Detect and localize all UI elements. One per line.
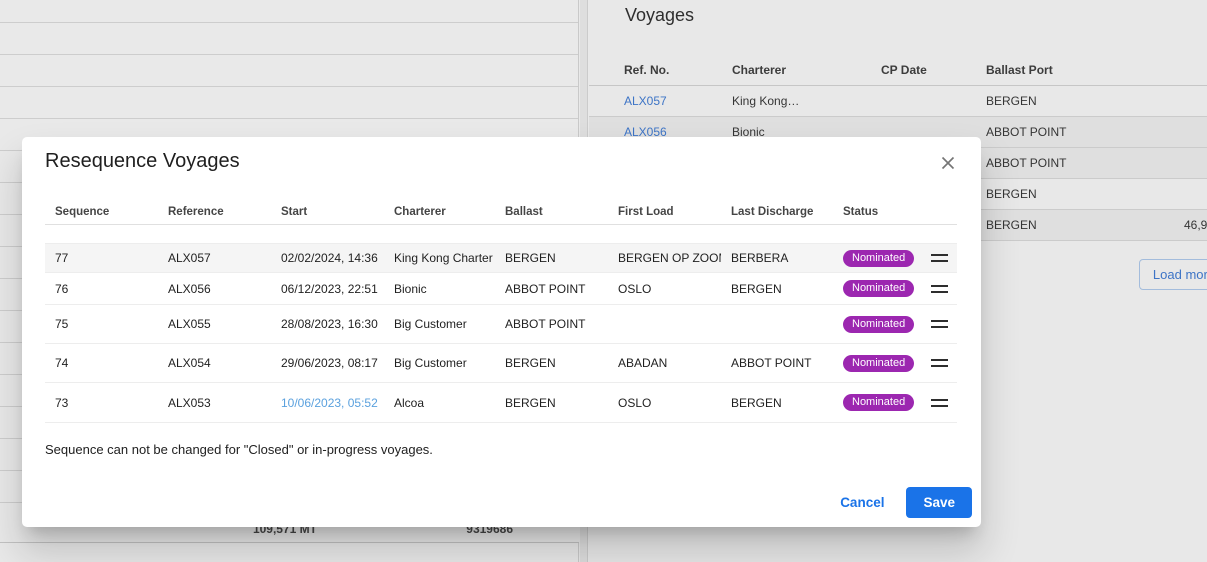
charterer-cell: King Kong… <box>732 86 799 116</box>
charterer-cell: Bionic <box>384 282 495 296</box>
cancel-button[interactable]: Cancel <box>826 487 898 518</box>
first-load-cell: ABADAN <box>608 356 721 370</box>
reference-cell: ALX055 <box>158 317 271 331</box>
voyages-table-header: Ref. No. Charterer CP Date Ballast Port <box>589 55 1207 86</box>
ballast-cell: ABBOT POINT <box>495 282 608 296</box>
start-date-link[interactable]: 10/06/2023, 05:52 <box>271 396 384 410</box>
drag-handle-icon[interactable] <box>931 359 948 367</box>
column-header-reference: Reference <box>158 199 271 225</box>
status-cell: Nominated <box>833 394 921 411</box>
resequence-row: 76ALX05606/12/2023, 22:51BionicABBOT POI… <box>45 273 957 305</box>
last-discharge-cell: BERGEN <box>721 282 833 296</box>
last-discharge-cell: BERBERA <box>721 251 833 265</box>
resequence-row: 73ALX05310/06/2023, 05:52AlcoaBERGENOSLO… <box>45 383 957 423</box>
ballast-cell: BERGEN <box>495 396 608 410</box>
resequence-row: 77ALX05702/02/2024, 14:36King Kong Chart… <box>45 243 957 273</box>
column-header-status: Status <box>833 199 921 225</box>
sequence-cell: 77 <box>45 251 158 265</box>
drag-handle-cell <box>921 399 957 407</box>
column-header-ballast-port: Ballast Port <box>986 55 1053 86</box>
first-load-cell: OSLO <box>608 396 721 410</box>
column-header-start: Start <box>271 199 384 225</box>
sequence-cell: 73 <box>45 396 158 410</box>
voyages-panel-title: Voyages <box>625 5 694 26</box>
voyage-ref-link[interactable]: ALX057 <box>624 86 667 116</box>
sequence-cell: 76 <box>45 282 158 296</box>
drag-handle-icon[interactable] <box>931 254 948 262</box>
first-load-cell: OSLO <box>608 282 721 296</box>
resequence-table-body: 77ALX05702/02/2024, 14:36King Kong Chart… <box>45 243 957 423</box>
column-header-sequence: Sequence <box>45 199 158 225</box>
ballast-port-cell: ABBOT POINT <box>986 148 1066 178</box>
sequence-cell: 75 <box>45 317 158 331</box>
column-header-ref-no: Ref. No. <box>624 55 669 86</box>
status-cell: Nominated <box>833 280 921 297</box>
status-cell: Nominated <box>833 355 921 372</box>
ballast-port-cell: BERGEN <box>986 179 1037 209</box>
drag-handle-icon[interactable] <box>931 285 948 293</box>
reference-cell: ALX053 <box>158 396 271 410</box>
close-button[interactable] <box>936 152 960 176</box>
column-header-charterer: Charterer <box>732 55 786 86</box>
status-badge: Nominated <box>843 394 914 411</box>
resequence-voyages-dialog: Resequence Voyages Sequence Reference St… <box>22 137 981 527</box>
last-discharge-cell: BERGEN <box>721 396 833 410</box>
column-header-ballast: Ballast <box>495 199 608 225</box>
drag-handle-cell <box>921 254 957 262</box>
start-cell: 02/02/2024, 14:36 <box>271 251 384 265</box>
voyages-row: ALX057 King Kong… BERGEN <box>589 86 1207 117</box>
resequence-table-header: Sequence Reference Start Charterer Balla… <box>45 199 957 225</box>
dialog-footer: Cancel Save <box>826 487 972 518</box>
resequence-table: Sequence Reference Start Charterer Balla… <box>45 199 957 423</box>
dialog-title: Resequence Voyages <box>45 150 240 173</box>
first-load-cell: BERGEN OP ZOOM <box>608 251 721 265</box>
ballast-cell: BERGEN <box>495 251 608 265</box>
drag-handle-cell <box>921 320 957 328</box>
start-cell: 28/08/2023, 16:30 <box>271 317 384 331</box>
drag-handle-icon[interactable] <box>931 320 948 328</box>
charterer-cell: Alcoa <box>384 396 495 410</box>
column-header-charterer: Charterer <box>384 199 495 225</box>
resequence-row: 75ALX05528/08/2023, 16:30Big CustomerABB… <box>45 305 957 344</box>
load-more-button[interactable]: Load more <box>1139 259 1207 290</box>
status-cell: Nominated <box>833 316 921 333</box>
start-cell: 06/12/2023, 22:51 <box>271 282 384 296</box>
ballast-port-cell: BERGEN <box>986 210 1037 240</box>
column-header-first-load: First Load <box>608 199 721 225</box>
charterer-cell: King Kong Charter <box>384 251 495 265</box>
ballast-cell: ABBOT POINT <box>495 317 608 331</box>
resequence-row: 74ALX05429/06/2023, 08:17Big CustomerBER… <box>45 344 957 383</box>
ballast-cell: BERGEN <box>495 356 608 370</box>
table-spacer <box>45 225 957 243</box>
reference-cell: ALX057 <box>158 251 271 265</box>
close-icon <box>937 152 959 174</box>
status-badge: Nominated <box>843 250 914 267</box>
last-discharge-cell: ABBOT POINT <box>721 356 833 370</box>
status-badge: Nominated <box>843 280 914 297</box>
status-badge: Nominated <box>843 316 914 333</box>
start-cell: 29/06/2023, 08:17 <box>271 356 384 370</box>
drag-handle-cell <box>921 359 957 367</box>
save-button[interactable]: Save <box>906 487 972 518</box>
drag-handle-icon[interactable] <box>931 399 948 407</box>
ballast-port-cell: ABBOT POINT <box>986 117 1066 147</box>
charterer-cell: Big Customer <box>384 356 495 370</box>
reference-cell: ALX056 <box>158 282 271 296</box>
charterer-cell: Big Customer <box>384 317 495 331</box>
sequence-cell: 74 <box>45 356 158 370</box>
reference-cell: ALX054 <box>158 356 271 370</box>
drag-handle-cell <box>921 285 957 293</box>
status-badge: Nominated <box>843 355 914 372</box>
column-header-drag-actions <box>921 199 957 225</box>
column-header-cp-date: CP Date <box>881 55 927 86</box>
quantity-cell: 46,96 <box>1184 210 1207 240</box>
column-header-last-discharge: Last Discharge <box>721 199 833 225</box>
status-cell: Nominated <box>833 250 921 267</box>
dialog-note: Sequence can not be changed for "Closed"… <box>45 442 433 457</box>
ballast-port-cell: BERGEN <box>986 86 1037 116</box>
